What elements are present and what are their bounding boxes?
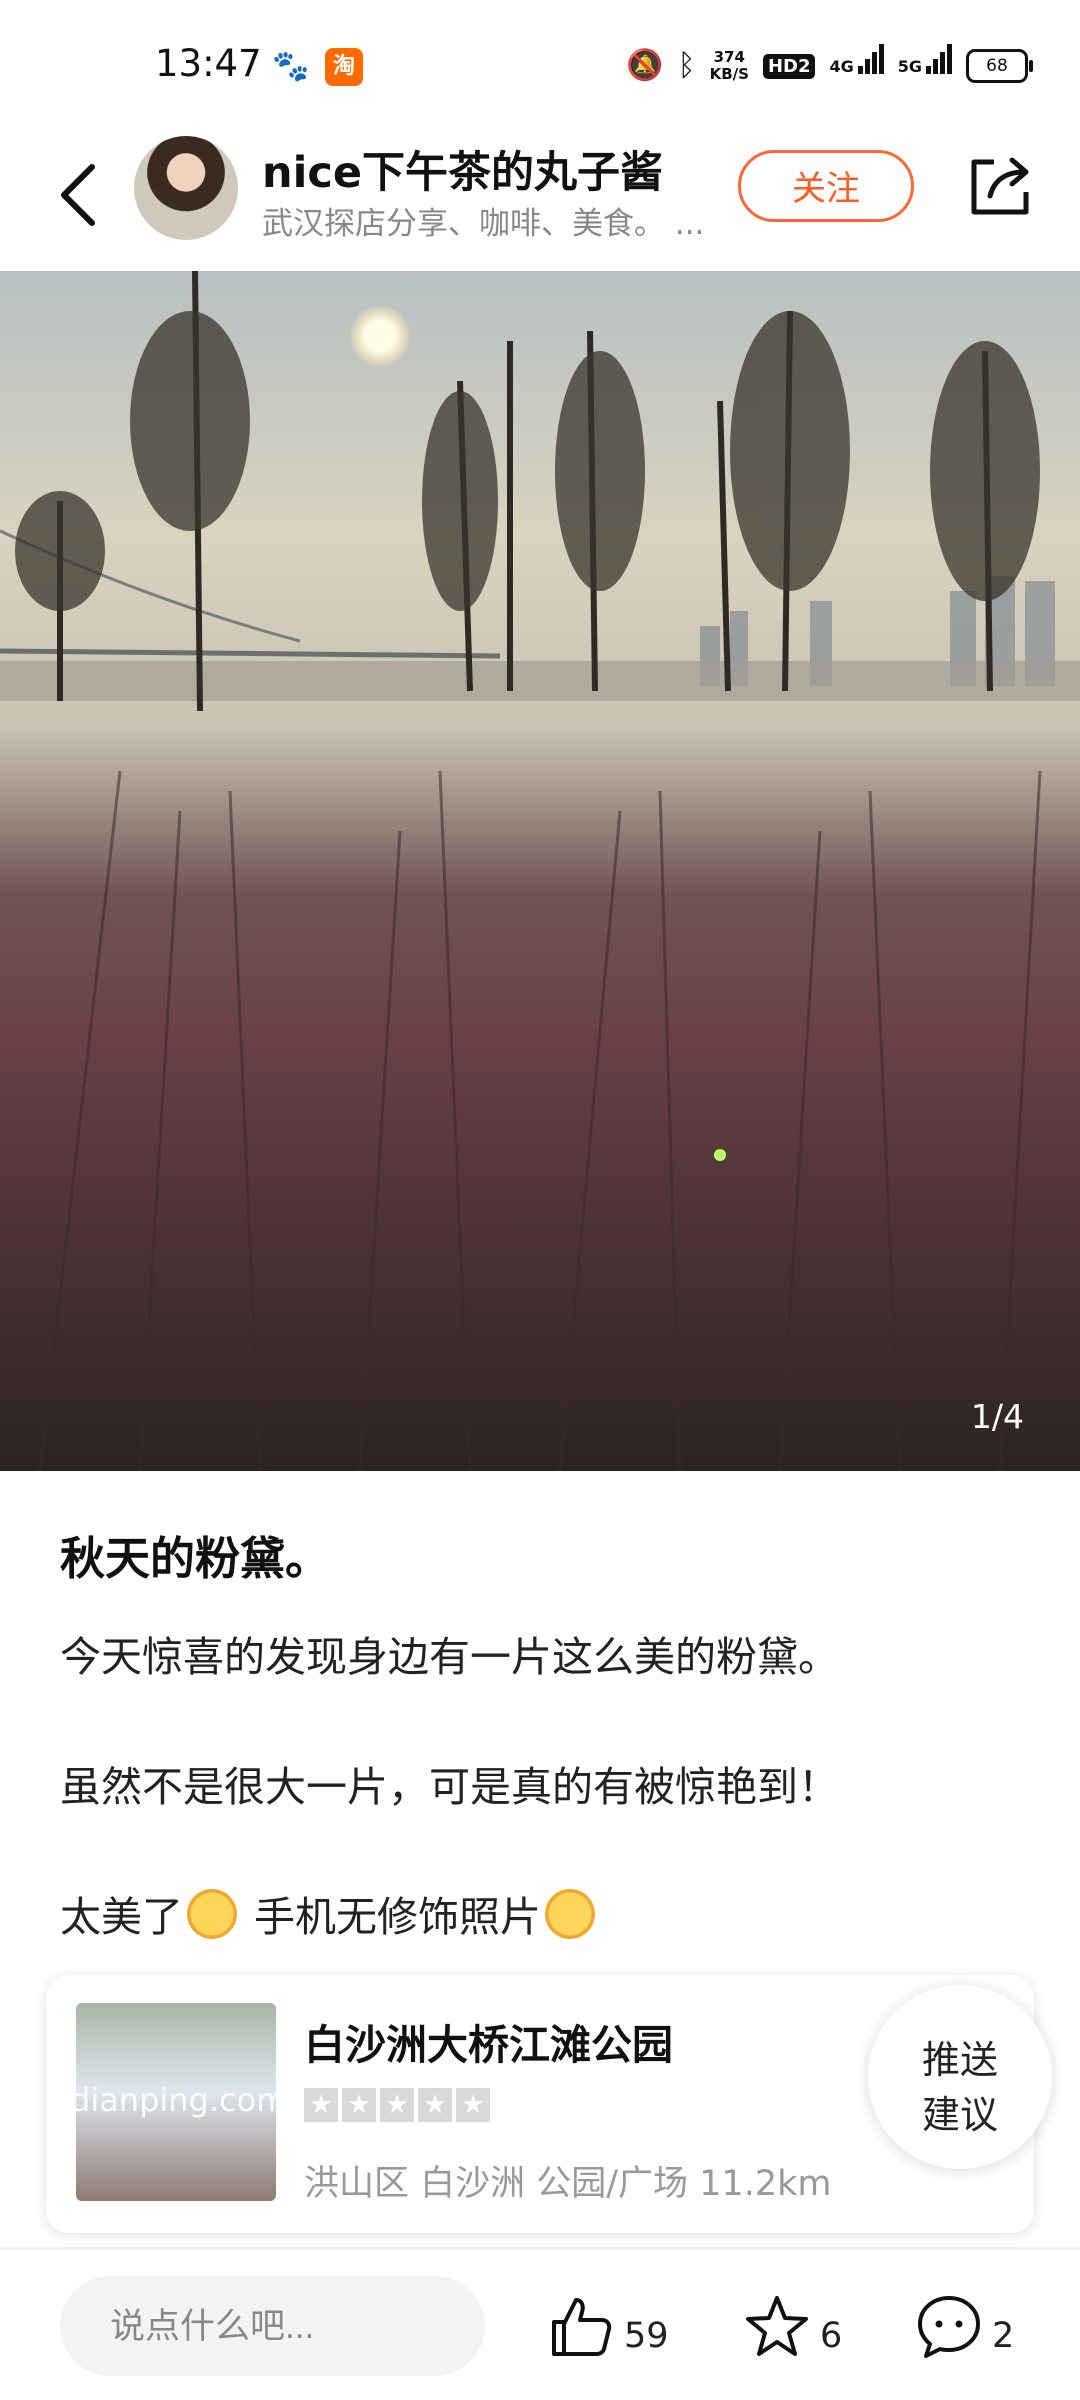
back-button[interactable] <box>50 155 110 235</box>
star-icon: ★ <box>456 2088 490 2122</box>
network-speed-unit: KB/S <box>709 65 749 83</box>
smiling-emoji-icon <box>545 1889 596 1939</box>
author-name[interactable]: nice下午茶的丸子酱 <box>262 138 663 200</box>
suggest-label-line-2: 建议 <box>921 2093 998 2137</box>
network-speed-value: 374 <box>713 48 745 66</box>
favorite-button[interactable]: 6 <box>744 2282 842 2372</box>
post-paragraph-3-part-1: 太美了 <box>60 1893 183 1941</box>
thumbs-up-icon <box>552 2298 612 2356</box>
post-paragraph-3: 太美了 手机无修饰照片 <box>60 1883 599 1943</box>
star-icon: ★ <box>418 2088 452 2122</box>
comment-input[interactable] <box>108 2276 472 2378</box>
thumbnail-watermark: dianping.com <box>76 2081 276 2119</box>
share-icon <box>971 157 1029 215</box>
place-meta: 洪山区 白沙洲 公园/广场 11.2km <box>304 2164 832 2204</box>
place-rating: ★ ★ ★ ★ ★ <box>304 2088 490 2122</box>
suggest-button[interactable]: 推送 建议 <box>868 1985 1052 2169</box>
comment-count: 2 <box>992 2316 1015 2356</box>
network-speed: 374 KB/S <box>710 49 749 83</box>
taobao-icon: 淘 <box>325 48 363 86</box>
signal-4g-icon: 4G <box>829 43 884 76</box>
post-title: 秋天的粉黛。 <box>60 1532 331 1585</box>
star-outline-icon <box>746 2296 808 2356</box>
photo-counter: 1/4 <box>970 1397 1024 1436</box>
status-bar: 13:47 🐾 淘 🔕 ᛒ 374 KB/S HD2 4G 5G 68 <box>0 0 1080 130</box>
comment-button[interactable]: 2 <box>916 2282 1014 2372</box>
follow-button[interactable]: 关注 <box>738 150 914 222</box>
post-paragraph-1: 今天惊喜的发现身边有一片这么美的粉黛。 <box>60 1633 839 1681</box>
bluetooth-icon: ᛒ <box>677 48 696 83</box>
place-thumbnail: dianping.com <box>76 2003 276 2201</box>
post-header: nice下午茶的丸子酱 武汉探店分享、咖啡、美食。 ... 关注 <box>0 130 1080 270</box>
post-paragraph-3-part-2: 手机无修饰照片 <box>241 1893 542 1941</box>
star-icon: ★ <box>380 2088 414 2122</box>
suggest-label-line-1: 推送 <box>921 2038 998 2082</box>
like-button[interactable]: 59 <box>548 2282 669 2372</box>
heart-eyes-emoji-icon <box>187 1889 237 1939</box>
back-arrow-icon <box>61 164 95 226</box>
comment-input-box[interactable] <box>60 2276 485 2378</box>
star-icon: ★ <box>304 2088 338 2122</box>
star-icon: ★ <box>342 2088 376 2122</box>
battery-icon: 68 <box>966 49 1033 83</box>
favorite-count: 6 <box>820 2316 843 2356</box>
author-avatar[interactable] <box>134 136 238 240</box>
photo-scenery <box>0 271 1080 1471</box>
place-name: 白沙洲大桥江滩公园 <box>304 2021 673 2069</box>
comment-bubble-icon <box>918 2296 980 2358</box>
like-count: 59 <box>624 2316 669 2356</box>
author-bio: 武汉探店分享、咖啡、美食。 ... <box>262 206 705 242</box>
bottom-divider <box>0 2247 1080 2250</box>
hd-voice-icon: HD2 <box>762 53 816 79</box>
mute-vibrate-icon: 🔕 <box>626 48 664 83</box>
signal-5g-icon: 5G <box>897 43 952 76</box>
signal-5g-label: 5G <box>897 56 922 76</box>
baidu-icon: 🐾 <box>272 48 310 86</box>
post-photo[interactable]: 1/4 <box>0 271 1080 1471</box>
share-button[interactable] <box>964 150 1036 222</box>
signal-4g-label: 4G <box>829 56 854 76</box>
status-indicators: 🔕 ᛒ 374 KB/S HD2 4G 5G 68 <box>626 43 1033 88</box>
status-time: 13:47 <box>155 42 262 85</box>
post-paragraph-2: 虽然不是很大一片，可是真的有被惊艳到！ <box>60 1763 839 1811</box>
